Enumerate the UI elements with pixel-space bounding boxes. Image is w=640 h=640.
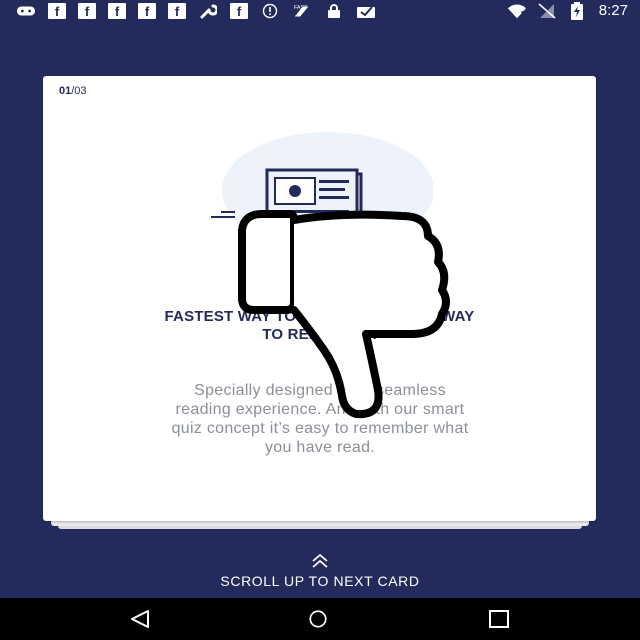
card-description: Specially designed for a seamless readin… bbox=[105, 381, 535, 457]
title-line: TO REMEMBER bbox=[262, 326, 377, 343]
description-line: reading experience. And with our smart bbox=[175, 401, 465, 418]
card-title: FASTEST WAY TO READ. SMARTEST WAY TO REM… bbox=[43, 308, 596, 344]
facebook-icon: f bbox=[168, 3, 186, 19]
svg-text:FAST: FAST bbox=[294, 5, 308, 11]
onboarding-card[interactable]: 01/03 FASTEST WAY TO READ. SMARTEST WAY … bbox=[43, 76, 596, 521]
description-line: you have read. bbox=[264, 439, 376, 456]
facebook-icon: f bbox=[108, 3, 126, 19]
home-icon[interactable] bbox=[306, 609, 330, 629]
wrench-icon bbox=[198, 3, 218, 19]
scroll-hint[interactable]: SCROLL UP TO NEXT CARD bbox=[0, 553, 640, 589]
navigation-bar bbox=[0, 598, 640, 640]
scroll-hint-label: SCROLL UP TO NEXT CARD bbox=[220, 573, 420, 589]
facebook-icon: f bbox=[138, 3, 156, 19]
battery-charging-icon bbox=[567, 1, 587, 20]
title-line: FASTEST WAY TO READ. SMARTEST WAY bbox=[164, 308, 475, 325]
gamepad-icon bbox=[16, 3, 36, 19]
back-icon[interactable] bbox=[128, 609, 152, 629]
description-line: quiz concept it’s easy to remember what bbox=[171, 420, 469, 437]
clock: 8:27 bbox=[598, 2, 628, 19]
description-line: Specially designed for a seamless bbox=[194, 382, 446, 399]
double-chevron-up-icon bbox=[312, 553, 328, 568]
facebook-icon: f bbox=[48, 3, 66, 19]
inbox-icon bbox=[356, 3, 376, 19]
fast-charge-icon: FAST bbox=[292, 3, 312, 19]
facebook-icon: f bbox=[230, 3, 248, 19]
card-counter: 01/03 bbox=[59, 85, 87, 97]
lock-icon bbox=[324, 3, 344, 19]
counter-current: 01 bbox=[59, 85, 72, 97]
wifi-icon bbox=[507, 3, 527, 19]
facebook-icon: f bbox=[78, 3, 96, 19]
reading-illustration bbox=[211, 132, 433, 262]
no-signal-icon bbox=[537, 2, 557, 19]
system-status: 8:27 bbox=[507, 1, 628, 20]
alert-icon bbox=[260, 3, 280, 19]
counter-total: /03 bbox=[71, 85, 87, 97]
recent-apps-icon[interactable] bbox=[487, 609, 511, 629]
notification-icons: f f f f f f FAST bbox=[16, 3, 376, 19]
status-bar: f f f f f f FAST 8:27 bbox=[0, 0, 640, 24]
